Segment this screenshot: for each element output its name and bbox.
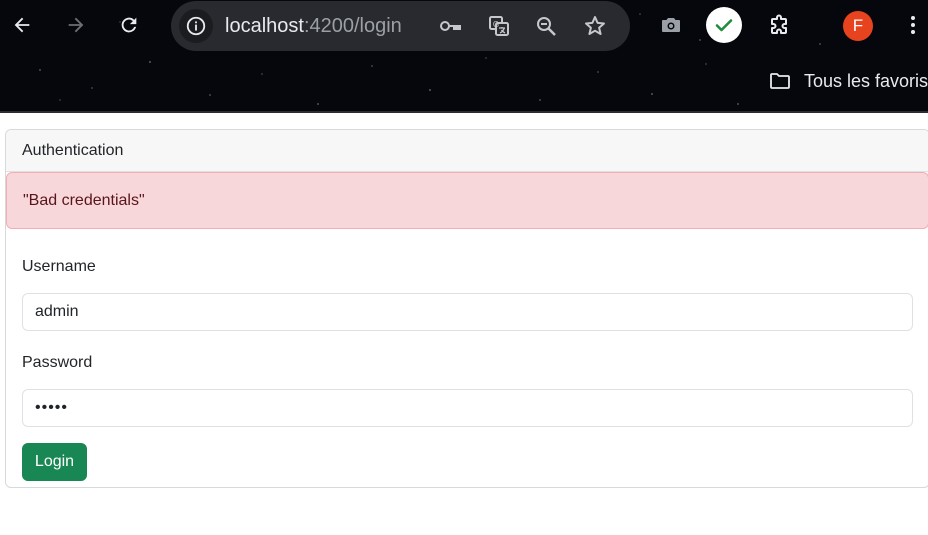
svg-text:G: G xyxy=(493,20,499,29)
browser-chrome: localhost:4200/login G F Tous les favori… xyxy=(0,0,928,113)
username-label: Username xyxy=(22,258,96,275)
profile-avatar[interactable]: F xyxy=(843,11,873,41)
menu-more-icon[interactable] xyxy=(896,8,928,42)
bookmark-folder-all[interactable]: Tous les favoris xyxy=(768,68,928,94)
password-input[interactable]: ••••• xyxy=(22,389,913,427)
bookmark-star-icon[interactable] xyxy=(580,11,610,41)
forward-button[interactable] xyxy=(59,8,93,42)
error-alert: "Bad credentials" xyxy=(6,172,928,229)
reload-icon xyxy=(121,17,137,33)
password-mask: ••••• xyxy=(35,399,69,416)
address-bar[interactable]: localhost:4200/login G xyxy=(171,1,630,51)
error-alert-message: "Bad credentials" xyxy=(23,192,145,209)
card-header: Authentication xyxy=(6,130,928,172)
back-arrow-icon xyxy=(14,17,30,33)
password-label: Password xyxy=(22,354,93,371)
login-form: Username admin Password ••••• Login xyxy=(22,255,913,481)
zoom-icon[interactable] xyxy=(531,11,561,41)
folder-icon xyxy=(770,73,790,89)
camera-icon[interactable] xyxy=(654,8,688,42)
back-button[interactable] xyxy=(5,8,39,42)
bookmark-folder-label: Tous les favoris xyxy=(804,70,928,91)
login-button[interactable]: Login xyxy=(22,443,87,481)
reload-button[interactable] xyxy=(112,8,146,42)
url-path: :4200/login xyxy=(303,15,402,37)
forward-arrow-icon xyxy=(68,17,84,33)
extension-check-button[interactable] xyxy=(706,7,742,43)
username-value: admin xyxy=(35,303,79,320)
url-host: localhost xyxy=(225,15,304,37)
extensions-puzzle-icon[interactable] xyxy=(762,8,796,42)
site-info-button[interactable] xyxy=(179,9,213,43)
password-key-icon[interactable] xyxy=(435,11,465,41)
translate-icon[interactable]: G xyxy=(484,11,514,41)
checkmark-icon xyxy=(715,19,733,32)
login-card: Authentication "Bad credentials" Usernam… xyxy=(5,129,928,488)
info-icon xyxy=(186,16,206,36)
username-input[interactable]: admin xyxy=(22,293,913,331)
url-text[interactable]: localhost:4200/login xyxy=(225,14,402,38)
